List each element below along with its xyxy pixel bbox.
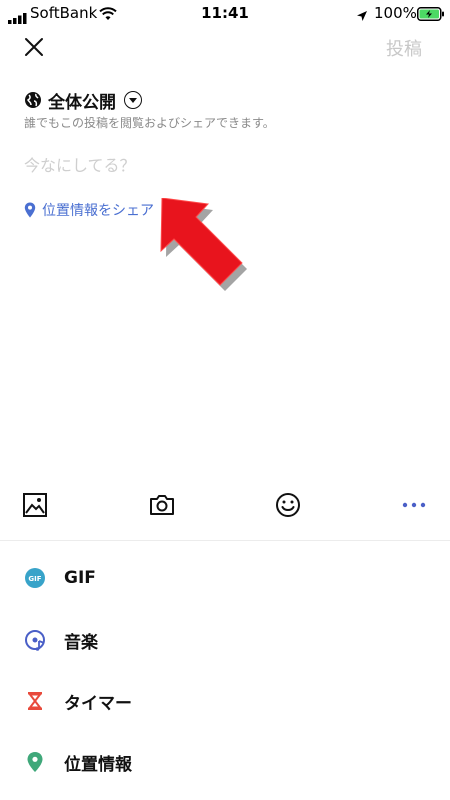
menu-item-label: タイマー <box>64 693 132 714</box>
battery-percent: 100% <box>374 4 417 22</box>
image-icon[interactable] <box>22 492 48 518</box>
annotation-arrow-icon <box>150 197 260 308</box>
close-icon <box>25 38 43 56</box>
post-text-input[interactable]: 今なにしてる？ <box>24 152 136 176</box>
privacy-description: 誰でもこの投稿を閲覧およびシェアできます。 <box>24 116 275 130</box>
chevron-down-icon <box>124 91 142 109</box>
timer-icon <box>24 690 46 712</box>
close-button[interactable] <box>22 35 46 59</box>
location-icon <box>24 751 46 773</box>
share-location-link[interactable]: 位置情報をシェア <box>24 200 154 220</box>
post-button[interactable]: 投稿 <box>386 35 422 61</box>
menu-item-timer[interactable]: タイマー <box>0 671 450 731</box>
svg-text:GIF: GIF <box>28 575 41 583</box>
attachment-toolbar <box>0 482 450 528</box>
menu-item-gif[interactable]: GIF GIF <box>0 548 450 608</box>
location-pin-icon <box>24 202 36 218</box>
battery-icon <box>417 6 445 21</box>
share-location-label: 位置情報をシェア <box>42 203 154 219</box>
privacy-selector[interactable]: 全体公開 <box>24 88 142 113</box>
globe-icon <box>25 92 41 108</box>
gif-icon: GIF <box>24 567 46 589</box>
menu-item-label: GIF <box>64 568 96 588</box>
emoji-icon[interactable] <box>275 492 301 518</box>
menu-item-label: 位置情報 <box>64 754 132 775</box>
toolbar-divider <box>0 540 450 541</box>
menu-item-location[interactable]: 位置情報 <box>0 732 450 792</box>
music-icon <box>24 629 46 651</box>
more-icon[interactable] <box>401 492 427 518</box>
status-bar: SoftBank 11:41 100% <box>0 0 450 26</box>
menu-item-label: 音楽 <box>64 632 98 653</box>
privacy-label: 全体公開 <box>48 92 116 113</box>
menu-item-music[interactable]: 音楽 <box>0 610 450 670</box>
camera-icon[interactable] <box>149 492 175 518</box>
location-arrow-icon <box>356 7 368 21</box>
